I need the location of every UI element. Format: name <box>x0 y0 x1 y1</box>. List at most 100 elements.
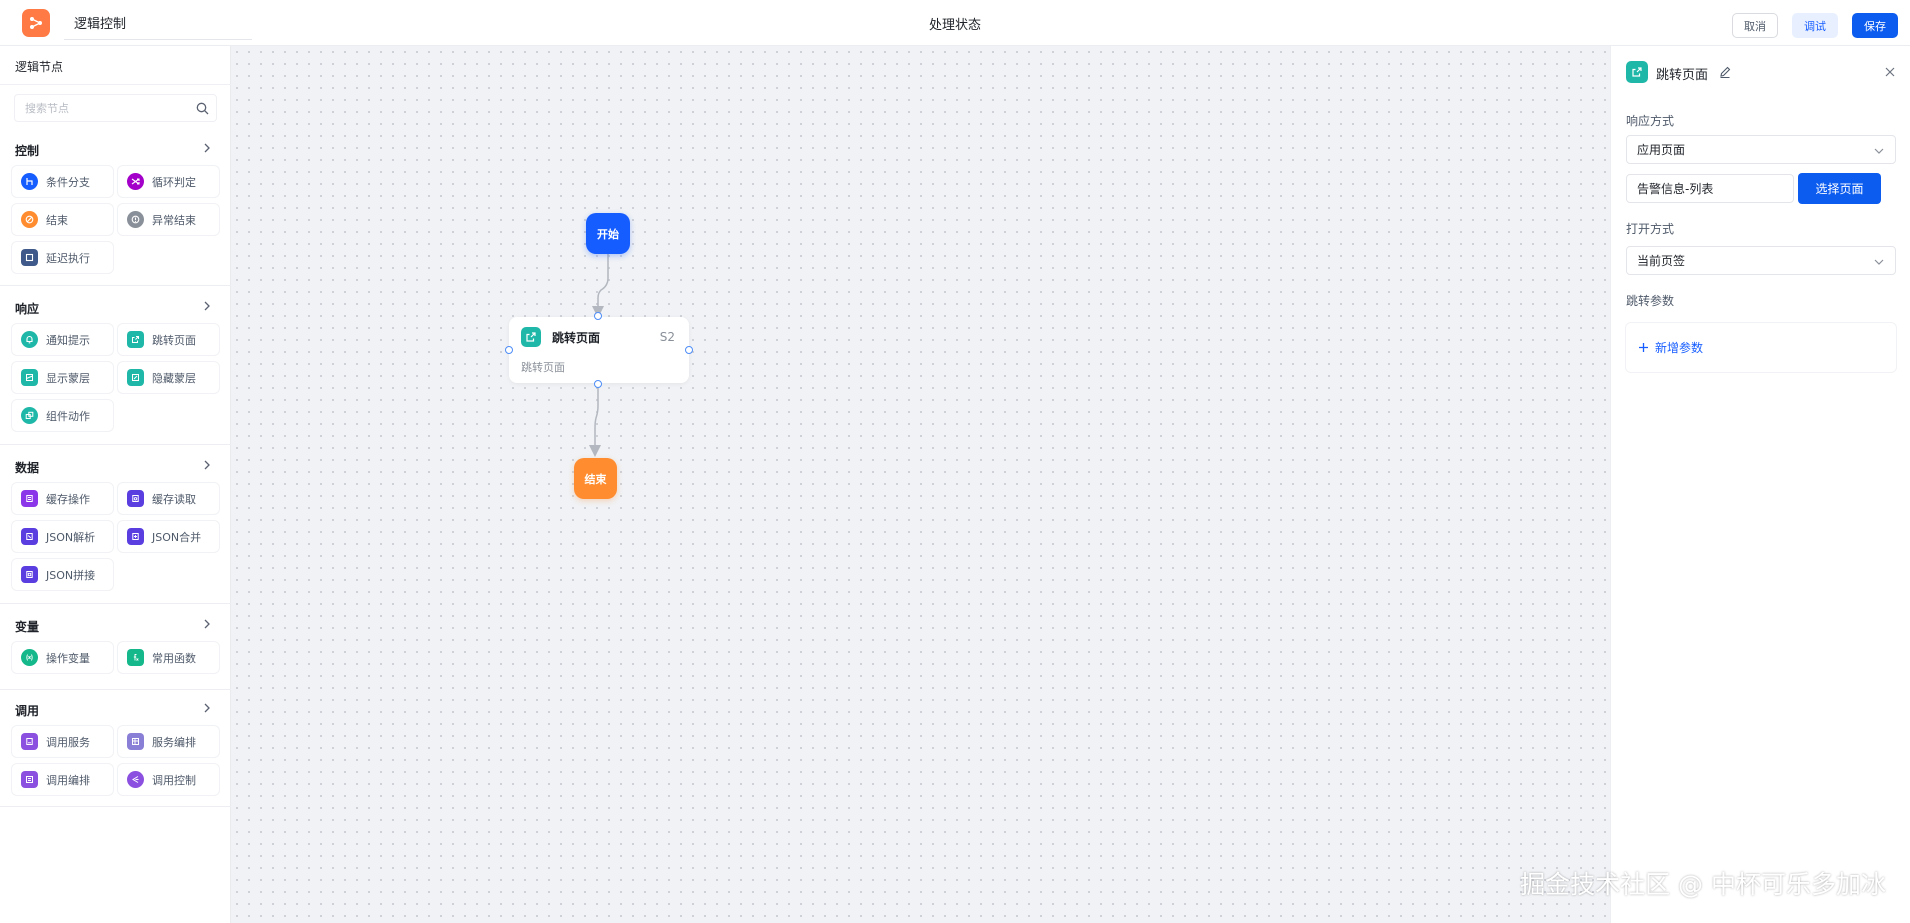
node-label: 组件动作 <box>46 409 90 423</box>
node-label: 条件分支 <box>46 175 90 189</box>
node-item-call-orchestration[interactable]: 调用编排 <box>12 764 113 795</box>
panel-title: 跳转页面 <box>1656 68 1709 83</box>
node-item-call-control[interactable]: 调用控制 <box>118 764 219 795</box>
jump-params-label: 跳转参数 <box>1626 294 1675 308</box>
loop-icon <box>127 173 144 190</box>
divider <box>0 84 231 85</box>
delay-icon <box>21 249 38 266</box>
search-box <box>14 94 217 122</box>
chevron-down-icon <box>1874 259 1884 265</box>
page-title: 处理状态 <box>928 18 981 33</box>
cancel-button[interactable]: 取消 <box>1732 13 1778 38</box>
json-join-icon <box>21 566 38 583</box>
mask-hide-icon <box>127 369 144 386</box>
node-label: 延迟执行 <box>46 251 90 265</box>
flow-canvas[interactable]: 开始 跳转页面 S2 跳转页面 结束 <box>231 46 1610 923</box>
node-label: 服务编排 <box>152 735 196 749</box>
open-mode-select[interactable]: 当前页签 <box>1626 246 1896 275</box>
save-button[interactable]: 保存 <box>1852 13 1898 38</box>
variable-icon <box>21 649 38 666</box>
component-icon <box>21 407 38 424</box>
port-right[interactable] <box>685 346 693 354</box>
node-item-cache-read[interactable]: 缓存读取 <box>118 483 219 514</box>
edit-icon[interactable] <box>1718 65 1732 79</box>
chevron-right-icon <box>204 460 210 470</box>
add-param-button[interactable]: 新增参数 <box>1638 339 1703 356</box>
node-item-condition-branch[interactable]: 条件分支 <box>12 166 113 197</box>
node-item-jump-page[interactable]: 跳转页面 <box>118 324 219 355</box>
node-item-common-function[interactable]: 常用函数 <box>118 642 219 673</box>
jump-node-subtitle: 跳转页面 <box>521 361 565 374</box>
select-page-button[interactable]: 选择页面 <box>1798 173 1881 204</box>
group-title: 控制 <box>15 144 40 158</box>
flow-edges <box>589 254 609 457</box>
close-icon[interactable] <box>1884 66 1896 78</box>
debug-button[interactable]: 调试 <box>1792 13 1838 38</box>
node-item-end[interactable]: 结束 <box>12 204 113 235</box>
jump-node-id: S2 <box>659 330 675 344</box>
node-label: 跳转页面 <box>152 333 196 347</box>
node-item-cache-operation[interactable]: 缓存操作 <box>12 483 113 514</box>
properties-panel: 跳转页面 响应方式 应用页面 选择页面 打开方式 当前页签 跳转参数 新增参数 <box>1610 46 1910 923</box>
node-item-show-mask[interactable]: 显示蒙层 <box>12 362 113 393</box>
node-item-json-parse[interactable]: JSON解析 <box>12 521 113 552</box>
app-logo-icon <box>22 9 50 37</box>
group-variable: 变量 操作变量 常用函数 <box>0 614 231 673</box>
group-header-variable[interactable]: 变量 <box>0 614 231 636</box>
group-header-response[interactable]: 响应 <box>0 296 231 318</box>
node-item-hide-mask[interactable]: 隐藏蒙层 <box>118 362 219 393</box>
jump-icon <box>521 327 541 347</box>
response-mode-select[interactable]: 应用页面 <box>1626 135 1896 164</box>
node-item-error-end[interactable]: 异常结束 <box>118 204 219 235</box>
port-bottom[interactable] <box>594 380 602 388</box>
add-param-label: 新增参数 <box>1655 341 1704 355</box>
port-top[interactable] <box>594 312 602 320</box>
search-icon[interactable] <box>188 94 216 122</box>
function-icon <box>127 649 144 666</box>
chevron-right-icon <box>204 619 210 629</box>
node-label: 异常结束 <box>152 213 196 227</box>
group-control: 控制 条件分支 循环判定 结束 异常结束 延迟执行 <box>0 138 231 273</box>
node-label: 调用服务 <box>46 735 90 749</box>
group-header-invoke[interactable]: 调用 <box>0 698 231 720</box>
node-label: 隐藏蒙层 <box>152 371 196 385</box>
search-input[interactable] <box>15 101 188 115</box>
logic-title-input[interactable] <box>64 6 252 40</box>
node-item-component-action[interactable]: 组件动作 <box>12 400 113 431</box>
end-node[interactable]: 结束 <box>574 458 617 499</box>
jump-page-node[interactable]: 跳转页面 S2 跳转页面 <box>509 317 689 383</box>
orchestrate-icon <box>127 733 144 750</box>
watermark: 掘金技术社区 @ 中杯可乐多加冰 <box>1520 870 1886 899</box>
top-actions: 取消 调试 保存 <box>1732 13 1898 38</box>
branch-icon <box>21 173 38 190</box>
open-mode-label: 打开方式 <box>1626 222 1675 236</box>
page-input[interactable] <box>1626 174 1794 203</box>
group-header-control[interactable]: 控制 <box>0 138 231 160</box>
port-left[interactable] <box>505 346 513 354</box>
node-label: 调用控制 <box>152 773 196 787</box>
call-orchestrate-icon <box>21 771 38 788</box>
start-node[interactable]: 开始 <box>586 213 630 254</box>
node-item-service-orchestration[interactable]: 服务编排 <box>118 726 219 757</box>
node-label: JSON拼接 <box>46 568 96 582</box>
node-label: JSON合并 <box>152 530 202 544</box>
edge-start-to-jump <box>592 254 609 318</box>
cache-op-icon <box>21 490 38 507</box>
node-sidebar: 逻辑节点 控制 条件分支 循环判定 结束 <box>0 46 231 923</box>
service-icon <box>21 733 38 750</box>
group-header-data[interactable]: 数据 <box>0 455 231 477</box>
sidebar-title: 逻辑节点 <box>15 60 64 74</box>
node-label: JSON解析 <box>46 530 96 544</box>
node-item-call-service[interactable]: 调用服务 <box>12 726 113 757</box>
node-item-delay[interactable]: 延迟执行 <box>12 242 113 273</box>
plus-icon <box>1639 343 1648 352</box>
node-item-json-merge[interactable]: JSON合并 <box>118 521 219 552</box>
jump-icon <box>127 331 144 348</box>
jump-icon <box>1626 61 1648 83</box>
end-icon <box>21 211 38 228</box>
node-item-notify[interactable]: 通知提示 <box>12 324 113 355</box>
node-item-json-join[interactable]: JSON拼接 <box>12 559 113 590</box>
node-item-loop-check[interactable]: 循环判定 <box>118 166 219 197</box>
divider <box>0 689 231 690</box>
node-item-operate-variable[interactable]: 操作变量 <box>12 642 113 673</box>
